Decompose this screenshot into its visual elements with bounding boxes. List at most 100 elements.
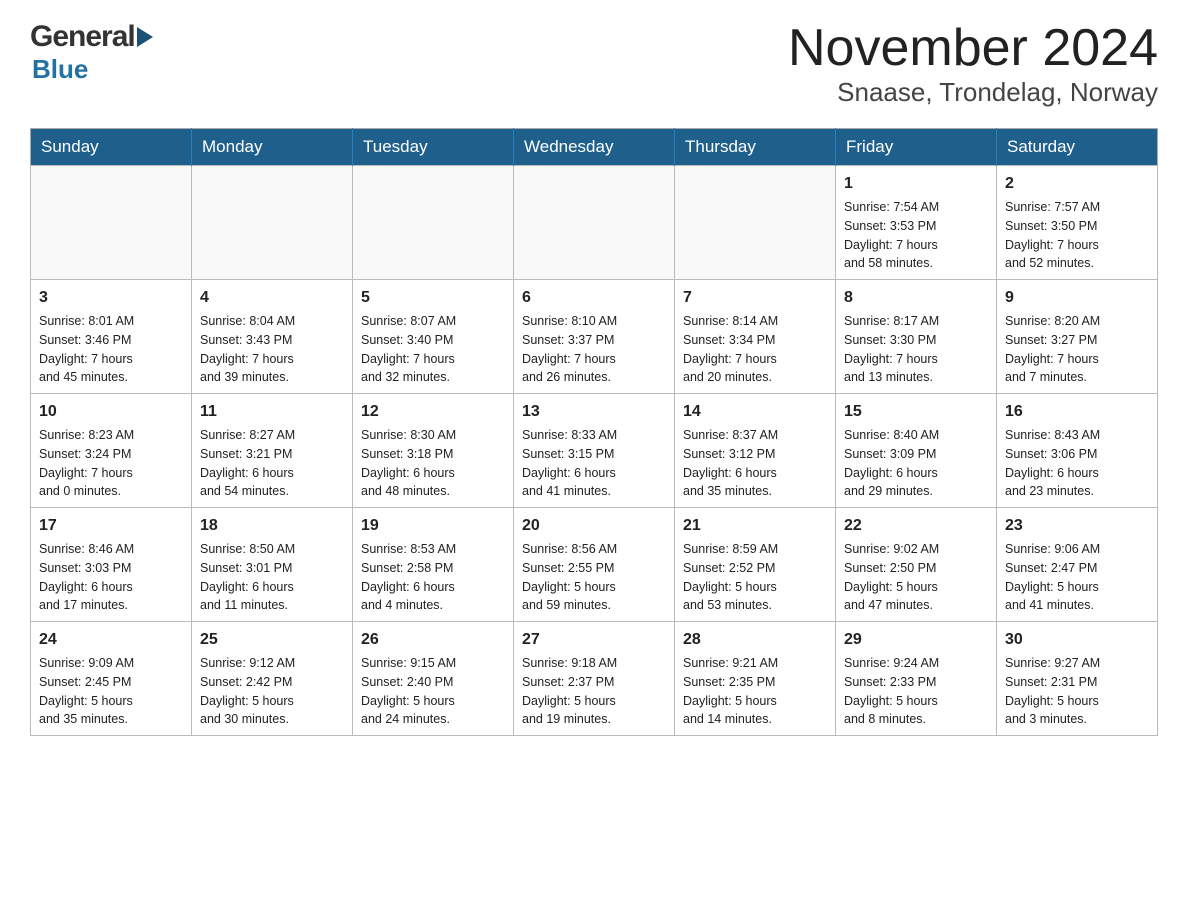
calendar-cell: 21Sunrise: 8:59 AM Sunset: 2:52 PM Dayli… (675, 508, 836, 622)
calendar-cell: 10Sunrise: 8:23 AM Sunset: 3:24 PM Dayli… (31, 394, 192, 508)
day-info: Sunrise: 8:23 AM Sunset: 3:24 PM Dayligh… (39, 426, 183, 501)
day-number: 21 (683, 514, 827, 538)
day-number: 24 (39, 628, 183, 652)
day-number: 6 (522, 286, 666, 310)
day-number: 2 (1005, 172, 1149, 196)
day-info: Sunrise: 8:59 AM Sunset: 2:52 PM Dayligh… (683, 540, 827, 615)
day-number: 23 (1005, 514, 1149, 538)
day-number: 12 (361, 400, 505, 424)
calendar-cell: 4Sunrise: 8:04 AM Sunset: 3:43 PM Daylig… (192, 280, 353, 394)
calendar-header-saturday: Saturday (997, 129, 1158, 166)
calendar-header-sunday: Sunday (31, 129, 192, 166)
calendar-cell: 7Sunrise: 8:14 AM Sunset: 3:34 PM Daylig… (675, 280, 836, 394)
day-number: 26 (361, 628, 505, 652)
day-info: Sunrise: 9:24 AM Sunset: 2:33 PM Dayligh… (844, 654, 988, 729)
day-info: Sunrise: 9:12 AM Sunset: 2:42 PM Dayligh… (200, 654, 344, 729)
day-number: 1 (844, 172, 988, 196)
calendar-cell: 2Sunrise: 7:57 AM Sunset: 3:50 PM Daylig… (997, 166, 1158, 280)
calendar-table: SundayMondayTuesdayWednesdayThursdayFrid… (30, 128, 1158, 736)
calendar-week-row: 10Sunrise: 8:23 AM Sunset: 3:24 PM Dayli… (31, 394, 1158, 508)
day-info: Sunrise: 8:20 AM Sunset: 3:27 PM Dayligh… (1005, 312, 1149, 387)
calendar-header-wednesday: Wednesday (514, 129, 675, 166)
calendar-cell: 28Sunrise: 9:21 AM Sunset: 2:35 PM Dayli… (675, 622, 836, 736)
logo: General Blue (30, 20, 153, 85)
calendar-cell: 9Sunrise: 8:20 AM Sunset: 3:27 PM Daylig… (997, 280, 1158, 394)
day-number: 19 (361, 514, 505, 538)
calendar-cell: 22Sunrise: 9:02 AM Sunset: 2:50 PM Dayli… (836, 508, 997, 622)
day-info: Sunrise: 8:17 AM Sunset: 3:30 PM Dayligh… (844, 312, 988, 387)
day-info: Sunrise: 8:07 AM Sunset: 3:40 PM Dayligh… (361, 312, 505, 387)
calendar-cell (31, 166, 192, 280)
calendar-cell: 17Sunrise: 8:46 AM Sunset: 3:03 PM Dayli… (31, 508, 192, 622)
day-info: Sunrise: 8:40 AM Sunset: 3:09 PM Dayligh… (844, 426, 988, 501)
day-info: Sunrise: 8:14 AM Sunset: 3:34 PM Dayligh… (683, 312, 827, 387)
calendar-cell: 18Sunrise: 8:50 AM Sunset: 3:01 PM Dayli… (192, 508, 353, 622)
day-info: Sunrise: 8:10 AM Sunset: 3:37 PM Dayligh… (522, 312, 666, 387)
calendar-header-thursday: Thursday (675, 129, 836, 166)
day-info: Sunrise: 7:57 AM Sunset: 3:50 PM Dayligh… (1005, 198, 1149, 273)
calendar-cell: 8Sunrise: 8:17 AM Sunset: 3:30 PM Daylig… (836, 280, 997, 394)
day-info: Sunrise: 9:15 AM Sunset: 2:40 PM Dayligh… (361, 654, 505, 729)
day-number: 9 (1005, 286, 1149, 310)
day-number: 10 (39, 400, 183, 424)
calendar-week-row: 24Sunrise: 9:09 AM Sunset: 2:45 PM Dayli… (31, 622, 1158, 736)
page-header: General Blue November 2024 Snaase, Trond… (30, 20, 1158, 108)
page-title: November 2024 (788, 20, 1158, 77)
day-number: 4 (200, 286, 344, 310)
day-number: 25 (200, 628, 344, 652)
calendar-cell: 24Sunrise: 9:09 AM Sunset: 2:45 PM Dayli… (31, 622, 192, 736)
day-number: 8 (844, 286, 988, 310)
day-number: 29 (844, 628, 988, 652)
day-info: Sunrise: 8:27 AM Sunset: 3:21 PM Dayligh… (200, 426, 344, 501)
calendar-cell: 16Sunrise: 8:43 AM Sunset: 3:06 PM Dayli… (997, 394, 1158, 508)
day-info: Sunrise: 8:37 AM Sunset: 3:12 PM Dayligh… (683, 426, 827, 501)
title-area: November 2024 Snaase, Trondelag, Norway (788, 20, 1158, 108)
calendar-week-row: 3Sunrise: 8:01 AM Sunset: 3:46 PM Daylig… (31, 280, 1158, 394)
calendar-cell: 1Sunrise: 7:54 AM Sunset: 3:53 PM Daylig… (836, 166, 997, 280)
calendar-cell: 30Sunrise: 9:27 AM Sunset: 2:31 PM Dayli… (997, 622, 1158, 736)
calendar-cell (514, 166, 675, 280)
calendar-cell (353, 166, 514, 280)
day-info: Sunrise: 9:27 AM Sunset: 2:31 PM Dayligh… (1005, 654, 1149, 729)
day-number: 7 (683, 286, 827, 310)
day-number: 18 (200, 514, 344, 538)
day-number: 28 (683, 628, 827, 652)
day-info: Sunrise: 8:46 AM Sunset: 3:03 PM Dayligh… (39, 540, 183, 615)
day-number: 16 (1005, 400, 1149, 424)
day-info: Sunrise: 8:04 AM Sunset: 3:43 PM Dayligh… (200, 312, 344, 387)
day-info: Sunrise: 9:09 AM Sunset: 2:45 PM Dayligh… (39, 654, 183, 729)
day-number: 27 (522, 628, 666, 652)
day-info: Sunrise: 8:50 AM Sunset: 3:01 PM Dayligh… (200, 540, 344, 615)
calendar-cell: 23Sunrise: 9:06 AM Sunset: 2:47 PM Dayli… (997, 508, 1158, 622)
calendar-cell: 3Sunrise: 8:01 AM Sunset: 3:46 PM Daylig… (31, 280, 192, 394)
calendar-header-tuesday: Tuesday (353, 129, 514, 166)
logo-blue-text: Blue (32, 54, 88, 84)
day-number: 20 (522, 514, 666, 538)
day-info: Sunrise: 7:54 AM Sunset: 3:53 PM Dayligh… (844, 198, 988, 273)
day-number: 13 (522, 400, 666, 424)
day-number: 3 (39, 286, 183, 310)
calendar-week-row: 17Sunrise: 8:46 AM Sunset: 3:03 PM Dayli… (31, 508, 1158, 622)
calendar-header-row: SundayMondayTuesdayWednesdayThursdayFrid… (31, 129, 1158, 166)
day-info: Sunrise: 8:33 AM Sunset: 3:15 PM Dayligh… (522, 426, 666, 501)
calendar-cell: 25Sunrise: 9:12 AM Sunset: 2:42 PM Dayli… (192, 622, 353, 736)
day-info: Sunrise: 9:02 AM Sunset: 2:50 PM Dayligh… (844, 540, 988, 615)
day-info: Sunrise: 9:18 AM Sunset: 2:37 PM Dayligh… (522, 654, 666, 729)
day-number: 22 (844, 514, 988, 538)
day-number: 14 (683, 400, 827, 424)
calendar-cell: 5Sunrise: 8:07 AM Sunset: 3:40 PM Daylig… (353, 280, 514, 394)
day-info: Sunrise: 8:43 AM Sunset: 3:06 PM Dayligh… (1005, 426, 1149, 501)
logo-triangle-icon (137, 27, 153, 47)
calendar-cell: 6Sunrise: 8:10 AM Sunset: 3:37 PM Daylig… (514, 280, 675, 394)
day-info: Sunrise: 8:53 AM Sunset: 2:58 PM Dayligh… (361, 540, 505, 615)
calendar-cell: 12Sunrise: 8:30 AM Sunset: 3:18 PM Dayli… (353, 394, 514, 508)
calendar-week-row: 1Sunrise: 7:54 AM Sunset: 3:53 PM Daylig… (31, 166, 1158, 280)
calendar-cell: 29Sunrise: 9:24 AM Sunset: 2:33 PM Dayli… (836, 622, 997, 736)
calendar-cell: 19Sunrise: 8:53 AM Sunset: 2:58 PM Dayli… (353, 508, 514, 622)
day-number: 15 (844, 400, 988, 424)
calendar-cell: 27Sunrise: 9:18 AM Sunset: 2:37 PM Dayli… (514, 622, 675, 736)
calendar-cell: 26Sunrise: 9:15 AM Sunset: 2:40 PM Dayli… (353, 622, 514, 736)
day-info: Sunrise: 8:56 AM Sunset: 2:55 PM Dayligh… (522, 540, 666, 615)
calendar-cell: 11Sunrise: 8:27 AM Sunset: 3:21 PM Dayli… (192, 394, 353, 508)
page-subtitle: Snaase, Trondelag, Norway (788, 77, 1158, 108)
